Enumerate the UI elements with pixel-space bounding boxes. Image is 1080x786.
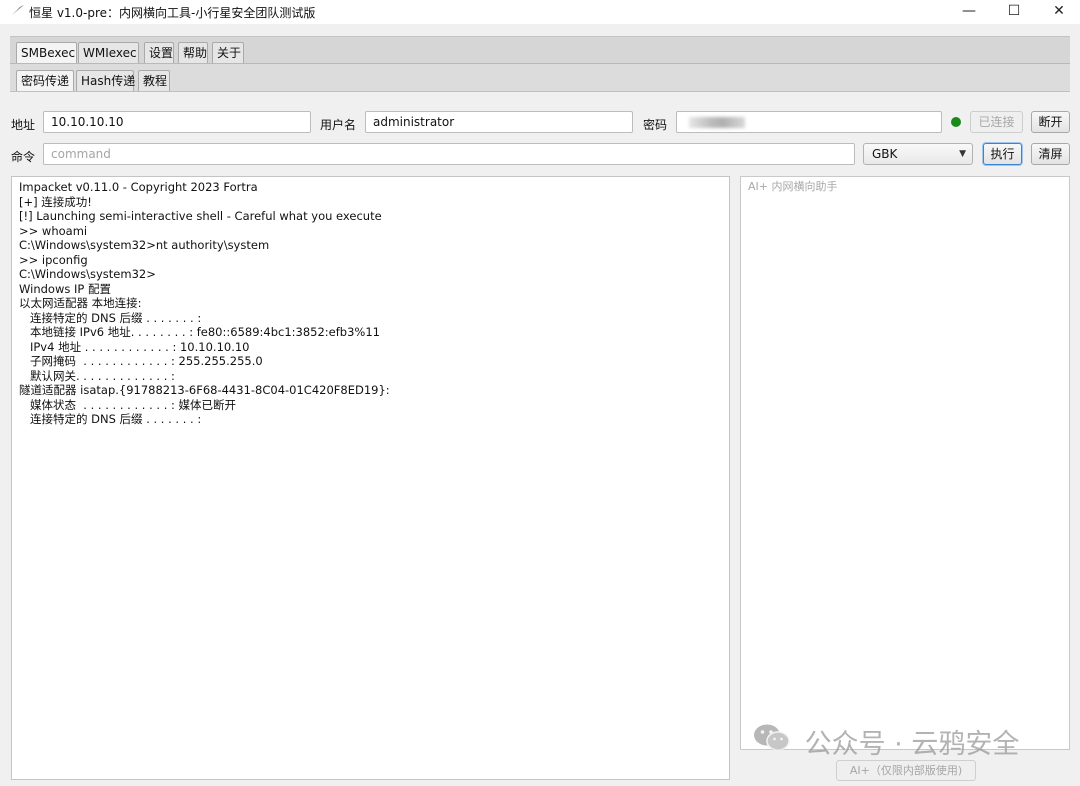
console-line: IPv4 地址 . . . . . . . . . . . . : 10.10.… bbox=[19, 339, 250, 354]
console-line: C:\Windows\system32>nt authority\system bbox=[19, 238, 270, 252]
username-label: 用户名 bbox=[320, 118, 357, 132]
address-label: 地址 bbox=[11, 118, 36, 132]
clear-screen-button[interactable]: 清屏 bbox=[1031, 143, 1070, 165]
console-line: 以太网适配器 本地连接: bbox=[19, 296, 142, 310]
console-line: Impacket v0.11.0 - Copyright 2023 Fortra bbox=[19, 180, 258, 194]
title-bar: 恒星 v1.0-pre：内网横向工具-小行星安全团队测试版 — ☐ ✕ bbox=[0, 0, 1080, 24]
command-input[interactable]: command bbox=[43, 143, 855, 165]
console-line: 隧道适配器 isatap.{91788213-6F68-4431-8C04-01… bbox=[19, 383, 390, 397]
ai-send-button[interactable]: AI+（仅限内部版使用) bbox=[836, 760, 976, 781]
close-button[interactable]: ✕ bbox=[1036, 0, 1080, 24]
tab-tutorial[interactable]: 教程 bbox=[138, 70, 170, 91]
tab-hash-pass[interactable]: Hash传递 bbox=[76, 70, 135, 91]
tab-settings[interactable]: 设置 bbox=[144, 42, 174, 63]
console-line: [+] 连接成功! bbox=[19, 194, 92, 209]
console-line: >> ipconfig bbox=[19, 252, 88, 267]
execute-button[interactable]: 执行 bbox=[983, 143, 1022, 165]
console-line: Windows IP 配置 bbox=[19, 281, 111, 296]
watermark-text: 公众号 · 云鸦安全 bbox=[804, 729, 1020, 760]
wechat-icon bbox=[752, 722, 792, 761]
password-masked-value bbox=[689, 117, 745, 128]
close-icon: ✕ bbox=[1053, 3, 1065, 19]
feather-icon bbox=[11, 4, 25, 19]
ai-assistant-input[interactable]: AI+ 内网横向助手 bbox=[740, 176, 1070, 750]
command-label: 命令 bbox=[11, 150, 36, 164]
ai-placeholder: AI+ 内网横向助手 bbox=[748, 180, 838, 193]
console-line: >> whoami bbox=[19, 223, 88, 238]
window-title: 恒星 v1.0-pre：内网横向工具-小行星安全团队测试版 bbox=[29, 6, 316, 20]
username-input[interactable]: administrator bbox=[365, 111, 633, 133]
maximize-icon: ☐ bbox=[1007, 3, 1021, 19]
console-line: [!] Launching semi-interactive shell - C… bbox=[19, 209, 382, 223]
encoding-select[interactable]: GBK ▼ bbox=[863, 143, 973, 165]
maximize-button[interactable]: ☐ bbox=[991, 0, 1037, 24]
console-line: C:\Windows\system32> bbox=[19, 267, 156, 281]
tab-help[interactable]: 帮助 bbox=[178, 42, 208, 63]
console-line: 连接特定的 DNS 后缀 . . . . . . . : bbox=[19, 412, 202, 426]
connected-button[interactable]: 已连接 bbox=[970, 111, 1023, 133]
console-line: 子网掩码 . . . . . . . . . . . . : 255.255.2… bbox=[19, 354, 263, 368]
connection-status-indicator bbox=[951, 117, 961, 127]
password-input[interactable] bbox=[676, 111, 942, 133]
watermark: 公众号 · 云鸦安全 bbox=[752, 722, 1019, 762]
password-label: 密码 bbox=[643, 118, 668, 132]
main-tab-bar: SMBexec WMIexec 设置 帮助 关于 bbox=[10, 36, 1070, 64]
console-line: 连接特定的 DNS 后缀 . . . . . . . : bbox=[19, 310, 202, 325]
console-line: 默认网关. . . . . . . . . . . . . : bbox=[19, 368, 175, 383]
minimize-icon: — bbox=[962, 3, 976, 19]
tab-about[interactable]: 关于 bbox=[212, 42, 244, 63]
console-output[interactable]: Impacket v0.11.0 - Copyright 2023 Fortra… bbox=[11, 176, 730, 780]
tab-smbexec[interactable]: SMBexec bbox=[16, 42, 77, 63]
chevron-down-icon: ▼ bbox=[959, 149, 966, 159]
console-line: 媒体状态 . . . . . . . . . . . . : 媒体已断开 bbox=[19, 397, 237, 412]
encoding-value: GBK bbox=[872, 147, 898, 161]
tab-password-pass[interactable]: 密码传递 bbox=[16, 70, 74, 91]
minimize-button[interactable]: — bbox=[946, 0, 992, 24]
sub-tab-bar: 密码传递 Hash传递 教程 bbox=[10, 64, 1070, 92]
tab-wmiexec[interactable]: WMIexec bbox=[78, 42, 139, 63]
disconnect-button[interactable]: 断开 bbox=[1031, 111, 1070, 133]
address-input[interactable]: 10.10.10.10 bbox=[43, 111, 311, 133]
console-line: 本地链接 IPv6 地址. . . . . . . . : fe80::6589… bbox=[19, 325, 380, 339]
